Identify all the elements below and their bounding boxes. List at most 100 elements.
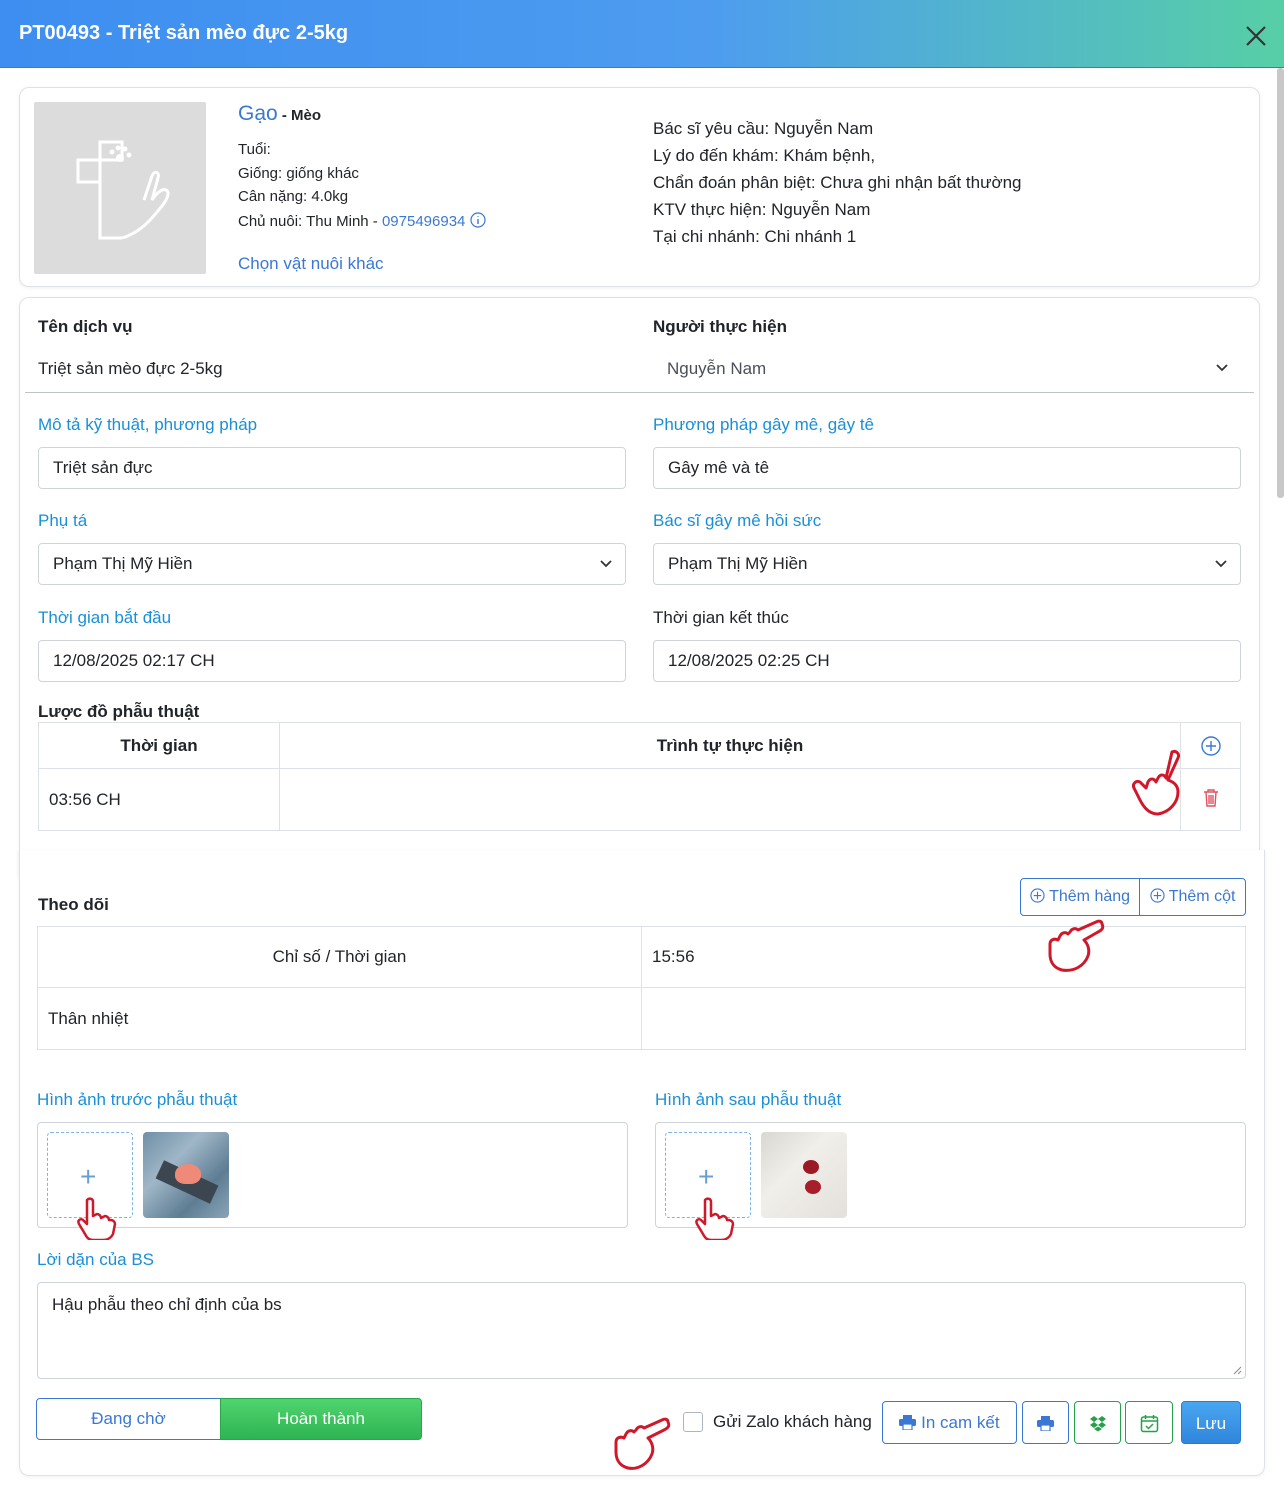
- pet-owner: Chủ nuôi: Thu Minh -: [238, 213, 382, 230]
- pointing-hand-icon: [1132, 750, 1180, 816]
- calendar-button[interactable]: [1125, 1401, 1173, 1444]
- add-column-button[interactable]: Thêm cột: [1139, 878, 1246, 916]
- modal-header: PT00493 - Triệt sản mèo đực 2-5kg: [0, 0, 1284, 68]
- technique-label: Mô tả kỹ thuật, phương pháp: [38, 415, 258, 434]
- pet-age: Tuổi:: [238, 141, 271, 158]
- service-name-label: Tên dịch vụ: [38, 317, 133, 336]
- pointing-hand-icon: [1048, 919, 1105, 972]
- save-button[interactable]: Lưu: [1181, 1401, 1241, 1444]
- surgery-col-steps: Trình tự thực hiện: [279, 722, 1181, 769]
- surgery-modal: PT00493 - Triệt sản mèo đực 2-5kg Gạo - …: [0, 0, 1284, 1504]
- assistant-select[interactable]: Phạm Thị Mỹ Hiền: [38, 543, 626, 585]
- pet-info-card: Gạo - Mèo Tuổi: Giống: giống khác Cân nặ…: [19, 87, 1260, 287]
- exam-doctor: Bác sĩ yêu cầu: Nguyễn Nam: [653, 119, 874, 138]
- pet-owner-line: Chủ nuôi: Thu Minh - 0975496934: [238, 212, 486, 230]
- close-icon[interactable]: [1240, 20, 1272, 52]
- before-images-box: +: [37, 1122, 628, 1228]
- done-button[interactable]: Hoàn thành: [220, 1398, 422, 1440]
- plus-icon: +: [80, 1161, 97, 1192]
- trash-icon[interactable]: [1202, 788, 1220, 808]
- surgery-col-time-label: Thời gian: [120, 736, 198, 755]
- add-circle-icon: [1030, 888, 1045, 903]
- monitoring-row-label: Thân nhiệt: [48, 1009, 129, 1028]
- performer-value: Nguyễn Nam: [667, 359, 767, 378]
- anesth-doctor-label: Bác sĩ gây mê hồi sức: [653, 511, 822, 530]
- performer-select[interactable]: Nguyễn Nam: [653, 348, 1241, 388]
- monitoring-title: Theo dõi: [38, 895, 109, 914]
- exam-branch: Tại chi nhánh: Chi nhánh 1: [653, 227, 857, 246]
- add-circle-icon: [1149, 888, 1165, 903]
- plus-icon: +: [698, 1161, 715, 1192]
- end-time-input[interactable]: 12/08/2025 02:25 CH: [653, 640, 1241, 682]
- monitoring-header-time[interactable]: 15:56: [641, 926, 1246, 988]
- exam-technician: KTV thực hiện: Nguyễn Nam: [653, 200, 871, 219]
- advice-textarea[interactable]: Hậu phẫu theo chỉ định của bs: [37, 1282, 1246, 1379]
- anesthesia-input[interactable]: Gây mê và tê: [653, 447, 1241, 489]
- pointing-hand-icon: [77, 1197, 117, 1240]
- surgery-chart-title: Lược đồ phẫu thuật: [38, 702, 200, 721]
- print-commitment-label: In cam kết: [921, 1413, 1000, 1432]
- image-detail: [803, 1160, 819, 1174]
- surgery-add-cell: [1180, 722, 1241, 769]
- technique-input[interactable]: Triệt sản đực: [38, 447, 626, 489]
- after-image-thumbnail[interactable]: [761, 1132, 847, 1218]
- printer-icon: [899, 1415, 917, 1431]
- scrollbar[interactable]: [1277, 68, 1284, 498]
- add-row-button[interactable]: Thêm hàng: [1020, 878, 1140, 916]
- pointing-hand-icon: [695, 1197, 735, 1240]
- choose-other-pet-link[interactable]: Chọn vật nuôi khác: [238, 254, 384, 274]
- monitoring-time-value: 15:56: [652, 947, 695, 966]
- pet-species: - Mèo: [277, 107, 322, 124]
- chevron-down-icon: [1216, 364, 1228, 372]
- dropbox-icon: [1090, 1416, 1106, 1432]
- after-images-box: +: [655, 1122, 1246, 1228]
- assistant-label: Phụ tá: [38, 511, 88, 530]
- anesth-doctor-select[interactable]: Phạm Thị Mỹ Hiền: [653, 543, 1241, 585]
- divider: [25, 392, 1254, 393]
- print-button[interactable]: [1022, 1401, 1069, 1444]
- surgery-row-steps[interactable]: [279, 768, 1181, 831]
- modal-title: PT00493 - Triệt sản mèo đực 2-5kg: [19, 22, 349, 44]
- service-name-value: Triệt sản mèo đực 2-5kg: [38, 359, 223, 378]
- surgery-row-time[interactable]: 03:56 CH: [39, 769, 279, 831]
- advice-label: Lời dặn của BS: [37, 1250, 154, 1269]
- end-time-label: Thời gian kết thúc: [653, 608, 789, 627]
- printer-icon: [1037, 1416, 1054, 1431]
- start-time-label: Thời gian bắt đầu: [38, 608, 172, 627]
- image-detail: [175, 1164, 201, 1184]
- before-image-thumbnail[interactable]: [143, 1132, 229, 1218]
- pet-avatar: [34, 102, 206, 274]
- start-time-input[interactable]: 12/08/2025 02:17 CH: [38, 640, 626, 682]
- info-icon[interactable]: [469, 212, 486, 228]
- after-images-label: Hình ảnh sau phẫu thuật: [655, 1090, 842, 1109]
- add-row-label: Thêm hàng: [1049, 888, 1131, 905]
- exam-diagnosis: Chẩn đoán phân biệt: Chưa ghi nhận bất t…: [653, 173, 1022, 192]
- monitoring-header-left: Chỉ số / Thời gian: [37, 926, 642, 988]
- table-row: 03:56 CH: [38, 768, 280, 831]
- pet-name-line: Gạo - Mèo: [238, 102, 321, 126]
- table-row: Thân nhiệt: [37, 987, 642, 1050]
- dropbox-button[interactable]: [1074, 1401, 1121, 1444]
- add-column-label: Thêm cột: [1168, 888, 1236, 905]
- anesth-doctor-value: Phạm Thị Mỹ Hiền: [668, 554, 808, 573]
- print-commitment-button[interactable]: In cam kết: [882, 1401, 1017, 1444]
- owner-phone-link[interactable]: 0975496934: [382, 213, 465, 230]
- pet-name[interactable]: Gạo: [238, 102, 278, 125]
- pending-button[interactable]: Đang chờ: [36, 1398, 221, 1440]
- exam-reason: Lý do đến khám: Khám bệnh,: [653, 146, 876, 165]
- monitoring-header-label: Chỉ số / Thời gian: [272, 947, 407, 966]
- anesthesia-label: Phương pháp gây mê, gây tê: [653, 415, 874, 434]
- performer-label: Người thực hiện: [653, 317, 787, 336]
- surgery-delete-cell: [1180, 768, 1241, 831]
- image-detail: [805, 1180, 821, 1194]
- pet-care-icon: [76, 140, 170, 240]
- advice-text: Hậu phẫu theo chỉ định của bs: [52, 1295, 282, 1314]
- pointing-hand-icon: [614, 1417, 671, 1470]
- zalo-checkbox[interactable]: [683, 1412, 703, 1432]
- calendar-check-icon: [1140, 1415, 1159, 1433]
- resize-handle-icon[interactable]: [1232, 1365, 1242, 1375]
- add-circle-icon[interactable]: [1200, 735, 1222, 757]
- monitoring-row-value[interactable]: [641, 987, 1246, 1050]
- zalo-label: Gửi Zalo khách hàng: [713, 1412, 872, 1431]
- pet-breed: Giống: giống khác: [238, 165, 359, 182]
